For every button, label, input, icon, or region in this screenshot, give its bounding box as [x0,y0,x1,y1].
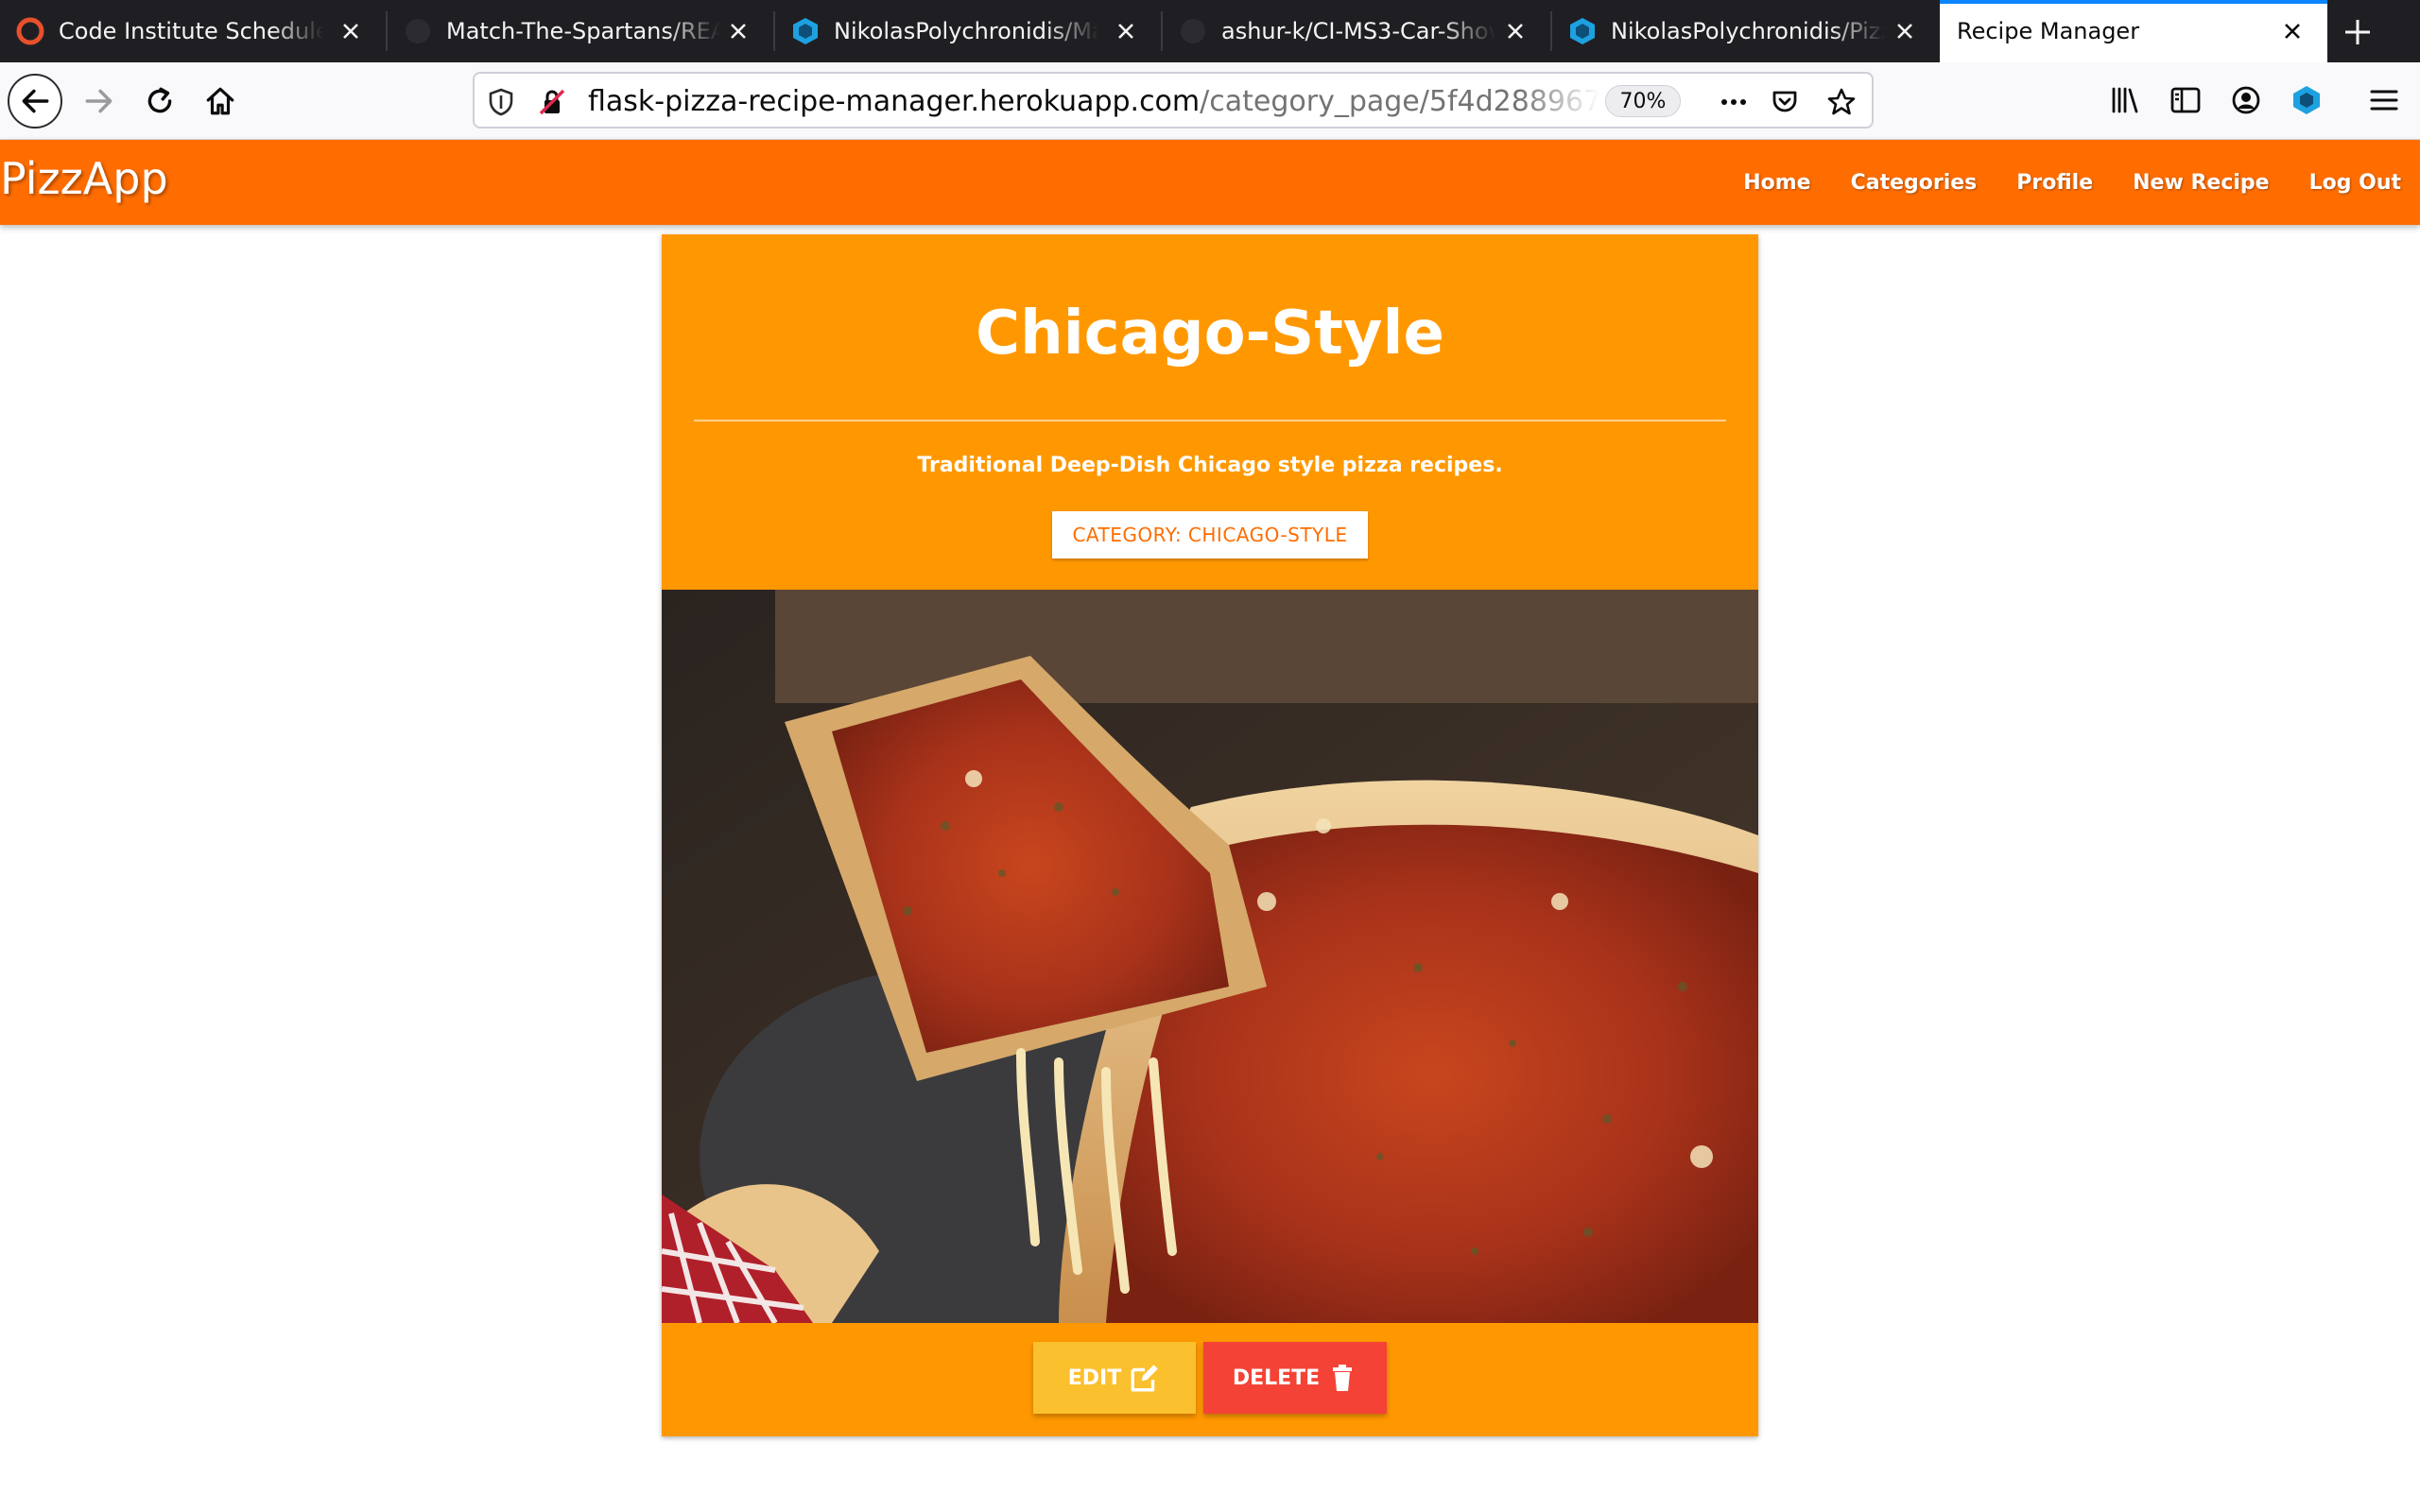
tab-nikolas-pizza[interactable]: NikolasPolychronidis/Pizza [1552,0,1940,62]
close-icon[interactable] [1889,15,1921,47]
github-icon [406,19,430,43]
site-navbar: PizzApp Home Categories Profile New Reci… [0,140,2420,225]
tab-title: NikolasPolychronidis/Match [834,18,1098,44]
category-description: Traditional Deep-Dish Chicago style pizz… [917,454,1503,477]
tab-code-institute[interactable]: Code Institute Schedule Ge [0,0,386,62]
category-image [662,590,1758,1323]
category-chip[interactable]: CATEGORY: CHICAGO-STYLE [1052,511,1368,558]
zoom-indicator[interactable]: 70% [1605,85,1681,117]
arrow-right-icon [85,89,112,113]
close-icon[interactable] [1499,15,1531,47]
shield-icon[interactable] [486,87,516,117]
tab-recipe-manager[interactable]: Recipe Manager [1940,0,2327,62]
pocket-icon[interactable] [1770,87,1800,117]
url-bar[interactable]: flask-pizza-recipe-manager.herokuapp.com… [473,72,1874,129]
edit-icon [1131,1365,1159,1392]
edit-label: EDIT [1067,1366,1122,1390]
library-icon[interactable] [2108,83,2142,117]
tab-title: ashur-k/CI-MS3-Car-Show [1221,18,1495,44]
github-icon [1181,19,1205,43]
cube-icon [1570,18,1595,44]
home-icon [206,87,234,115]
close-icon[interactable] [1110,15,1142,47]
plus-icon [2345,20,2370,44]
nav-profile-link[interactable]: Profile [2016,171,2093,195]
tab-strip: Code Institute Schedule Ge Match-The-Spa… [0,0,2420,62]
more-actions-icon[interactable] [1719,87,1749,117]
tab-title: Match-The-Spartans/READ [446,18,720,44]
code-institute-icon [16,17,44,45]
close-icon[interactable] [335,15,367,47]
url-host: flask-pizza-recipe-manager.herokuapp.com [588,85,1201,118]
cube-icon [793,18,818,44]
nav-logout-link[interactable]: Log Out [2309,171,2401,195]
tab-nikolas-match[interactable]: NikolasPolychronidis/Match [775,0,1161,62]
tab-match-the-spartans[interactable]: Match-The-Spartans/READ [388,0,773,62]
home-button[interactable] [193,74,248,129]
pizza-image [662,590,1758,1323]
url-path: /category_page/5f4d288967a [1200,85,1599,118]
site-nav-links: Home Categories Profile New Recipe Log O… [1703,140,2401,225]
delete-button[interactable]: DELETE [1203,1342,1387,1414]
edit-button[interactable]: EDIT [1033,1342,1196,1414]
close-icon[interactable] [722,15,754,47]
extension-cube-icon[interactable] [2290,83,2324,117]
arrow-left-icon [22,89,49,113]
reload-button[interactable] [132,74,187,129]
delete-label: DELETE [1232,1366,1321,1390]
tab-title: Recipe Manager [1957,18,2140,44]
forward-button[interactable] [72,74,127,129]
url-text[interactable]: flask-pizza-recipe-manager.herokuapp.com… [588,85,1599,118]
tab-title: NikolasPolychronidis/Pizza [1611,18,1885,44]
back-button[interactable] [8,74,62,129]
nav-home-link[interactable]: Home [1743,171,1810,195]
brand-logo[interactable]: PizzApp [0,153,168,204]
insecure-lock-icon[interactable] [537,87,567,117]
new-tab-button[interactable] [2335,9,2380,55]
reload-icon [147,87,172,113]
close-icon[interactable] [2276,15,2308,47]
hamburger-menu-icon[interactable] [2367,83,2401,117]
tab-ashur-car-show[interactable]: ashur-k/CI-MS3-Car-Show [1163,0,1550,62]
nav-new-recipe-link[interactable]: New Recipe [2133,171,2269,195]
title-divider [694,420,1726,421]
trash-icon [1333,1365,1353,1391]
card-actions: EDIT DELETE [662,1342,1758,1414]
tab-title: Code Institute Schedule Ge [59,18,323,44]
category-title: Chicago-Style [976,299,1444,369]
account-icon[interactable] [2229,83,2263,117]
sidebar-icon[interactable] [2169,83,2203,117]
category-card: Chicago-Style Traditional Deep-Dish Chic… [662,234,1758,1436]
bookmark-star-icon[interactable] [1826,87,1857,117]
nav-categories-link[interactable]: Categories [1851,171,1978,195]
